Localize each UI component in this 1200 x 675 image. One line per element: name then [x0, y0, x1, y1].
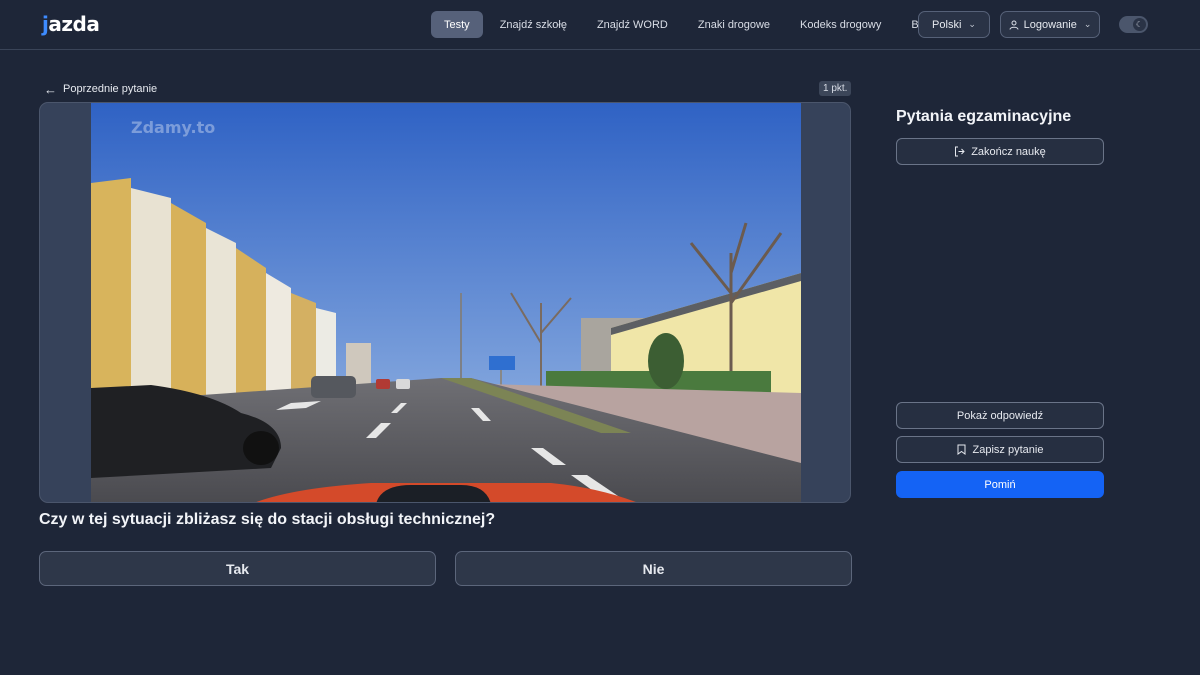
nav-road-signs[interactable]: Znaki drogowe [685, 11, 783, 38]
nav-find-school[interactable]: Znajdź szkołę [487, 11, 580, 38]
arrow-left-icon: ← [44, 81, 57, 97]
points-badge: 1 pkt. [819, 81, 852, 96]
question-text: Czy w tej sytuacji zbliżasz się do stacj… [39, 511, 496, 528]
end-learning-label: Zakończ naukę [971, 145, 1046, 158]
sidebar-title: Pytania egzaminacyjne [896, 108, 1072, 125]
logout-icon [955, 146, 965, 157]
answer-no-button[interactable]: Nie [455, 551, 852, 586]
nav-testy[interactable]: Testy [431, 11, 483, 38]
end-learning-button[interactable]: Zakończ naukę [896, 138, 1104, 165]
save-question-button[interactable]: Zapisz pytanie [896, 436, 1104, 463]
user-icon [1009, 20, 1019, 30]
show-answer-button[interactable]: Pokaż odpowiedź [896, 402, 1104, 429]
language-select[interactable]: Polski ⌄ [918, 11, 990, 38]
main-nav: Testy Znajdź szkołę Znajdź WORD Znaki dr… [431, 11, 950, 38]
bookmark-icon [957, 444, 966, 455]
logo-text: azda [48, 12, 100, 36]
save-question-label: Zapisz pytanie [972, 443, 1044, 456]
answer-yes-button[interactable]: Tak [39, 551, 436, 586]
logo[interactable]: jazda [42, 12, 100, 36]
login-button[interactable]: Logowanie ⌄ [1000, 11, 1100, 38]
theme-toggle[interactable]: ☾ [1119, 16, 1148, 33]
chevron-down-icon: ⌄ [1083, 19, 1092, 29]
previous-question-link[interactable]: ← Poprzednie pytanie [44, 81, 157, 97]
chevron-down-icon: ⌄ [968, 19, 976, 29]
skip-button[interactable]: Pomiń [896, 471, 1104, 498]
login-label: Logowanie [1023, 18, 1077, 31]
watermark-text: Zdamy.to [131, 118, 215, 137]
moon-icon: ☾ [1133, 18, 1146, 31]
previous-question-label: Poprzednie pytanie [63, 83, 158, 95]
question-media: Zdamy.to [39, 102, 851, 503]
nav-find-word[interactable]: Znajdź WORD [584, 11, 681, 38]
top-header: jazda Testy Znajdź szkołę Znajdź WORD Zn… [0, 0, 1200, 50]
question-image: Zdamy.to [91, 103, 801, 502]
nav-road-code[interactable]: Kodeks drogowy [787, 11, 894, 38]
language-label: Polski [932, 18, 962, 31]
